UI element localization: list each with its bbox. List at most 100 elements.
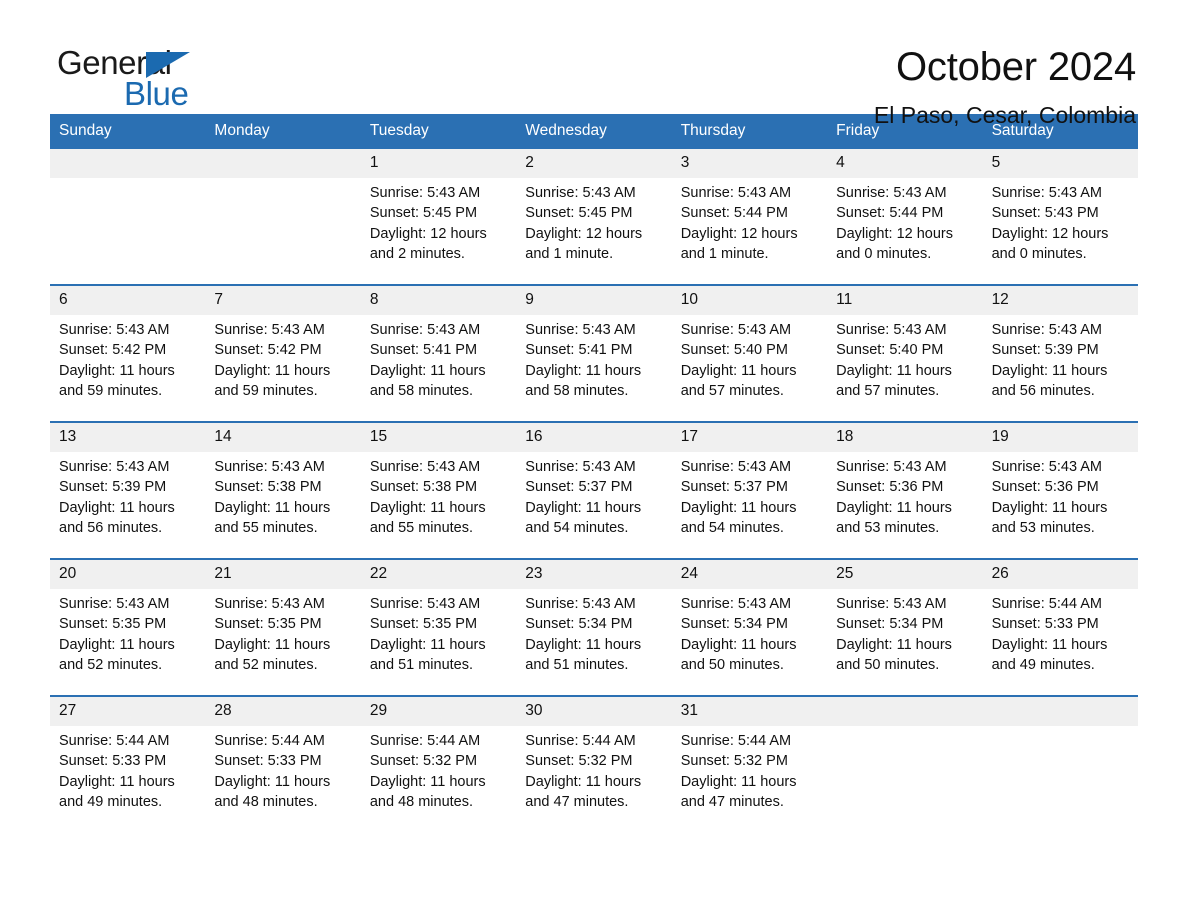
sunrise-text: Sunrise: 5:43 AM: [680, 459, 792, 475]
daylight-text: Daylight: 11 hours and 59 minutes.: [59, 362, 175, 400]
sunset-text: Sunset: 5:38 PM: [214, 479, 322, 496]
day-details: Sunrise: 5:44 AM Sunset: 5:33 PM Daylight:…: [983, 589, 1138, 676]
calendar-day-cell[interactable]: 10 Sunrise: 5:43 AM Sunset: 5:40 PM Dayligh…: [671, 286, 828, 421]
daylight-text: Daylight: 11 hours and 47 minutes.: [525, 773, 642, 811]
calendar-day-cell[interactable]: 18 Sunrise: 5:43 AM Sunset: 5:36 PM Dayligh…: [827, 423, 983, 558]
day-number: 22: [360, 560, 517, 589]
calendar-day-cell[interactable]: 2 Sunrise: 5:43 AM Sunset: 5:45 PM Daylight…: [516, 149, 672, 284]
daylight-text: Daylight: 12 hours and 1 minute.: [525, 225, 643, 263]
sunrise-text: Sunrise: 5:43 AM: [680, 322, 792, 338]
day-details: Sunrise: 5:43 AM Sunset: 5:37 PM Daylight:…: [672, 452, 827, 539]
day-details: Sunrise: 5:43 AM Sunset: 5:34 PM Daylight:…: [516, 589, 671, 676]
calendar-day-cell-empty: [827, 697, 983, 832]
daylight-text: Daylight: 11 hours and 58 minutes.: [525, 362, 642, 400]
calendar-day-cell[interactable]: 9 Sunrise: 5:43 AM Sunset: 5:41 PM Daylight…: [516, 286, 672, 421]
daylight-text: Daylight: 11 hours and 54 minutes.: [525, 499, 642, 537]
sunset-text: Sunset: 5:38 PM: [369, 479, 478, 496]
sunrise-text: Sunrise: 5:43 AM: [525, 185, 636, 201]
day-number: 24: [671, 560, 828, 589]
day-details: Sunrise: 5:43 AM Sunset: 5:37 PM Daylight:…: [516, 452, 671, 539]
day-number: 7: [205, 286, 361, 315]
sunset-text: Sunset: 5:33 PM: [991, 616, 1099, 633]
day-number: 15: [360, 423, 517, 452]
day-details: Sunrise: 5:43 AM Sunset: 5:39 PM Daylight:…: [983, 315, 1138, 402]
calendar-week-row: 6 Sunrise: 5:43 AM Sunset: 5:42 PM Daylight…: [50, 284, 1138, 421]
sunrise-text: Sunrise: 5:43 AM: [369, 322, 481, 338]
sunset-text: Sunset: 5:34 PM: [525, 616, 633, 633]
sunrise-text: Sunrise: 5:43 AM: [836, 459, 947, 475]
calendar-day-cell[interactable]: 26 Sunrise: 5:44 AM Sunset: 5:33 PM Dayligh…: [982, 560, 1138, 695]
daylight-text: Daylight: 11 hours and 56 minutes.: [991, 362, 1108, 400]
calendar-day-cell[interactable]: 27 Sunrise: 5:44 AM Sunset: 5:33 PM Dayligh…: [50, 697, 206, 832]
calendar-day-cell[interactable]: 14 Sunrise: 5:43 AM Sunset: 5:38 PM Dayligh…: [205, 423, 361, 558]
general-blue-logo[interactable]: General Blue: [50, 44, 220, 114]
day-number: 12: [982, 286, 1138, 315]
calendar-week-row: 27 Sunrise: 5:44 AM Sunset: 5:33 PM Dayligh…: [50, 695, 1138, 832]
daylight-text: Daylight: 11 hours and 55 minutes.: [369, 499, 486, 537]
day-number: 29: [360, 697, 517, 726]
calendar-week-row: 1 Sunrise: 5:43 AM Sunset: 5:45 PM Daylight…: [50, 149, 1138, 284]
daylight-text: Daylight: 11 hours and 51 minutes.: [525, 636, 642, 674]
sunset-text: Sunset: 5:34 PM: [836, 616, 944, 633]
sunrise-text: Sunrise: 5:43 AM: [680, 596, 792, 612]
day-details: Sunrise: 5:43 AM Sunset: 5:35 PM Daylight:…: [50, 589, 205, 676]
sunrise-text: Sunrise: 5:43 AM: [991, 459, 1102, 475]
calendar-day-cell[interactable]: 7 Sunrise: 5:43 AM Sunset: 5:42 PM Daylight…: [205, 286, 361, 421]
sunset-text: Sunset: 5:39 PM: [991, 342, 1099, 359]
calendar-day-cell[interactable]: 5 Sunrise: 5:43 AM Sunset: 5:43 PM Daylight…: [982, 149, 1138, 284]
day-details: Sunrise: 5:43 AM Sunset: 5:45 PM Daylight:…: [516, 178, 671, 265]
sunset-text: Sunset: 5:44 PM: [836, 205, 944, 222]
calendar-day-cell[interactable]: 15 Sunrise: 5:43 AM Sunset: 5:38 PM Dayligh…: [360, 423, 517, 558]
sunrise-text: Sunrise: 5:44 AM: [680, 733, 792, 749]
sunrise-text: Sunrise: 5:43 AM: [525, 322, 636, 338]
calendar-day-cell[interactable]: 28 Sunrise: 5:44 AM Sunset: 5:33 PM Dayligh…: [205, 697, 361, 832]
daylight-text: Daylight: 12 hours and 0 minutes.: [836, 225, 954, 263]
calendar-day-cell[interactable]: 16 Sunrise: 5:43 AM Sunset: 5:37 PM Dayligh…: [516, 423, 672, 558]
daylight-text: Daylight: 11 hours and 55 minutes.: [214, 499, 331, 537]
day-details: Sunrise: 5:43 AM Sunset: 5:35 PM Daylight:…: [205, 589, 360, 676]
calendar-day-cell[interactable]: 6 Sunrise: 5:43 AM Sunset: 5:42 PM Daylight…: [50, 286, 206, 421]
calendar-day-cell[interactable]: 3 Sunrise: 5:43 AM Sunset: 5:44 PM Daylight…: [671, 149, 828, 284]
sunrise-text: Sunrise: 5:43 AM: [369, 185, 481, 201]
daylight-text: Daylight: 11 hours and 57 minutes.: [836, 362, 952, 400]
calendar-day-cell[interactable]: 8 Sunrise: 5:43 AM Sunset: 5:41 PM Daylight…: [360, 286, 517, 421]
calendar-day-cell[interactable]: 25 Sunrise: 5:43 AM Sunset: 5:34 PM Dayligh…: [827, 560, 983, 695]
calendar-day-cell[interactable]: 23 Sunrise: 5:43 AM Sunset: 5:34 PM Dayligh…: [516, 560, 672, 695]
daylight-text: Daylight: 11 hours and 48 minutes.: [369, 773, 486, 811]
sunset-text: Sunset: 5:36 PM: [991, 479, 1099, 496]
sunset-text: Sunset: 5:35 PM: [369, 616, 478, 633]
daylight-text: Daylight: 11 hours and 53 minutes.: [836, 499, 952, 537]
sunset-text: Sunset: 5:33 PM: [59, 753, 167, 770]
calendar-day-cell[interactable]: 22 Sunrise: 5:43 AM Sunset: 5:35 PM Dayligh…: [360, 560, 517, 695]
calendar-day-cell[interactable]: 4 Sunrise: 5:43 AM Sunset: 5:44 PM Daylight…: [827, 149, 983, 284]
sunrise-text: Sunrise: 5:44 AM: [525, 733, 636, 749]
daylight-text: Daylight: 11 hours and 47 minutes.: [680, 773, 797, 811]
calendar-day-cell[interactable]: 31 Sunrise: 5:44 AM Sunset: 5:32 PM Dayligh…: [671, 697, 828, 832]
calendar-day-cell[interactable]: 30 Sunrise: 5:44 AM Sunset: 5:32 PM Dayligh…: [516, 697, 672, 832]
weekday-header-sunday: Sunday: [59, 122, 112, 139]
sunset-text: Sunset: 5:37 PM: [525, 479, 633, 496]
day-details: Sunrise: 5:43 AM Sunset: 5:40 PM Daylight:…: [827, 315, 982, 402]
calendar-day-cell[interactable]: 17 Sunrise: 5:43 AM Sunset: 5:37 PM Dayligh…: [671, 423, 828, 558]
day-number: 25: [827, 560, 983, 589]
daylight-text: Daylight: 12 hours and 1 minute.: [680, 225, 798, 263]
calendar-day-cell[interactable]: 13 Sunrise: 5:43 AM Sunset: 5:39 PM Dayligh…: [50, 423, 206, 558]
calendar-day-cell[interactable]: 24 Sunrise: 5:43 AM Sunset: 5:34 PM Dayligh…: [671, 560, 828, 695]
sunrise-text: Sunrise: 5:43 AM: [525, 459, 636, 475]
calendar-day-cell[interactable]: 29 Sunrise: 5:44 AM Sunset: 5:32 PM Dayligh…: [360, 697, 517, 832]
day-details: Sunrise: 5:44 AM Sunset: 5:32 PM Daylight:…: [516, 726, 671, 813]
weekday-header-row: Sunday Monday Tuesday Wednesday Thursday…: [50, 114, 1138, 149]
calendar-day-cell[interactable]: 21 Sunrise: 5:43 AM Sunset: 5:35 PM Dayligh…: [205, 560, 361, 695]
sunset-text: Sunset: 5:40 PM: [680, 342, 788, 359]
sunrise-text: Sunrise: 5:43 AM: [214, 322, 325, 338]
sunrise-text: Sunrise: 5:43 AM: [59, 459, 170, 475]
calendar-day-cell[interactable]: 19 Sunrise: 5:43 AM Sunset: 5:36 PM Dayligh…: [982, 423, 1138, 558]
calendar-day-cell[interactable]: 11 Sunrise: 5:43 AM Sunset: 5:40 PM Dayligh…: [827, 286, 983, 421]
day-number: 23: [516, 560, 672, 589]
daylight-text: Daylight: 12 hours and 0 minutes.: [991, 225, 1109, 263]
weekday-header-friday: Friday: [836, 122, 880, 139]
calendar-day-cell[interactable]: 12 Sunrise: 5:43 AM Sunset: 5:39 PM Dayligh…: [982, 286, 1138, 421]
calendar-day-cell[interactable]: 20 Sunrise: 5:43 AM Sunset: 5:35 PM Dayligh…: [50, 560, 206, 695]
calendar-day-cell[interactable]: 1 Sunrise: 5:43 AM Sunset: 5:45 PM Daylight…: [360, 149, 517, 284]
daylight-text: Daylight: 11 hours and 48 minutes.: [214, 773, 331, 811]
